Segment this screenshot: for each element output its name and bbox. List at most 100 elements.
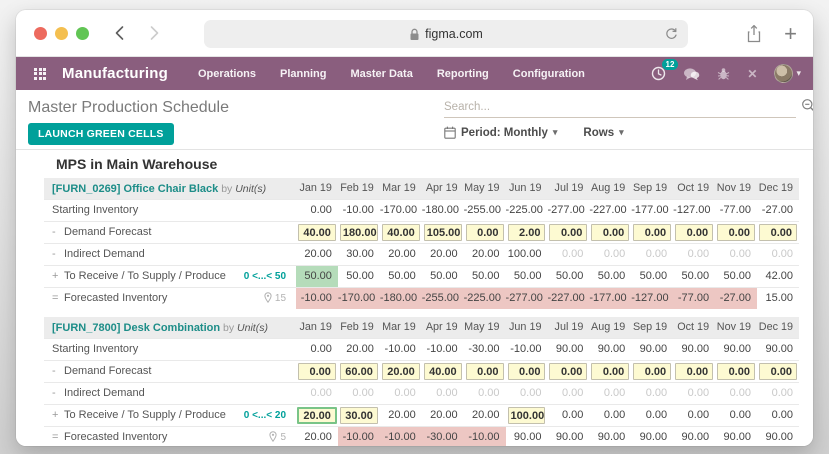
mps-cell: -225.00 xyxy=(463,286,506,309)
mps-cell: 42.00 xyxy=(756,264,799,287)
mps-cell[interactable]: 50.00 xyxy=(296,264,338,287)
forecast-input[interactable]: 105.00 xyxy=(423,223,462,241)
forecast-input[interactable]: 0.00 xyxy=(633,362,672,380)
month-header: Jul 19 xyxy=(547,178,590,199)
mps-row-indirect: - Indirect Demand 0.00 0.00 0.00 0.00 0.00 0.00… xyxy=(44,381,799,404)
mps-cell: 50.00 xyxy=(589,264,632,287)
forecast-input[interactable]: 20.00 xyxy=(297,406,337,424)
mps-cell: 90.00 xyxy=(547,337,590,360)
forecast-input[interactable]: 0.00 xyxy=(675,223,714,241)
forecast-input[interactable]: 100.00 xyxy=(507,406,546,424)
browser-toolbar: figma.com + xyxy=(16,10,813,57)
search-icon[interactable] xyxy=(801,98,813,113)
product-header-row: [FURN_0269] Office Chair Black by Unit(s… xyxy=(44,178,799,199)
mps-cell: 0.00 xyxy=(296,381,338,404)
forecast-input[interactable]: 0.00 xyxy=(549,362,588,380)
forecast-input[interactable]: 40.00 xyxy=(381,223,420,241)
mps-cell: 0.00 xyxy=(756,403,799,426)
messages-button[interactable] xyxy=(683,67,700,81)
forecast-input[interactable]: 2.00 xyxy=(507,223,546,241)
mps-cell: 20.00 xyxy=(421,403,464,426)
browser-window: figma.com + Manufacturing Operations Pla… xyxy=(16,10,813,446)
forecast-input[interactable]: 180.00 xyxy=(339,223,378,241)
forecast-input[interactable]: 0.00 xyxy=(717,223,755,241)
forecast-input[interactable]: 0.00 xyxy=(675,362,714,380)
forecast-input[interactable]: 0.00 xyxy=(507,362,546,380)
back-icon[interactable] xyxy=(113,25,127,41)
mps-cell: 100.00 xyxy=(505,403,548,426)
close-window-button[interactable] xyxy=(34,26,47,40)
forecast-input[interactable]: 0.00 xyxy=(465,223,504,241)
menu-operations[interactable]: Operations xyxy=(198,68,256,80)
minimize-window-button[interactable] xyxy=(55,26,68,40)
forecast-input[interactable]: 0.00 xyxy=(298,362,336,380)
mps-cell: 20.00 xyxy=(379,359,422,382)
mps-cell: 40.00 xyxy=(296,220,338,243)
forecast-input[interactable]: 0.00 xyxy=(591,362,630,380)
activities-button[interactable]: 12 xyxy=(651,59,679,81)
month-header: Jan 19 xyxy=(296,178,338,199)
apps-menu-icon[interactable] xyxy=(34,67,46,80)
month-header: Aug 19 xyxy=(589,317,632,338)
month-header: Nov 19 xyxy=(715,317,757,338)
address-bar[interactable]: figma.com xyxy=(204,20,688,48)
mps-cell: 0.00 xyxy=(715,220,757,243)
product-name[interactable]: [FURN_0269] Office Chair Black xyxy=(52,183,218,195)
app-name[interactable]: Manufacturing xyxy=(62,65,168,82)
new-tab-icon[interactable]: + xyxy=(784,22,797,45)
month-header: Nov 19 xyxy=(715,178,757,199)
forecast-input[interactable]: 0.00 xyxy=(549,223,588,241)
search-input[interactable]: Search... xyxy=(444,96,796,118)
share-icon[interactable] xyxy=(746,24,762,43)
mps-cell: 0.00 xyxy=(589,220,632,243)
row-indicator xyxy=(240,359,297,382)
forecast-input[interactable]: 40.00 xyxy=(298,223,336,241)
row-label: = Forecasted Inventory xyxy=(44,286,240,309)
menu-master-data[interactable]: Master Data xyxy=(350,68,412,80)
period-filter[interactable]: Period: Monthly ▾ xyxy=(444,126,557,139)
mps-cell: -30.00 xyxy=(421,425,464,446)
menu-planning[interactable]: Planning xyxy=(280,68,326,80)
mps-cell: 0.00 xyxy=(673,403,716,426)
mps-cell: 50.00 xyxy=(505,264,548,287)
debug-button[interactable] xyxy=(717,67,730,81)
row-indicator xyxy=(240,220,297,243)
mps-cell: 0.00 xyxy=(673,359,716,382)
mps-cell: 50.00 xyxy=(547,264,590,287)
app-navbar: Manufacturing Operations Planning Master… xyxy=(16,57,813,90)
rows-filter[interactable]: Rows ▾ xyxy=(583,127,623,139)
activity-count-badge: 12 xyxy=(661,59,679,70)
month-header: Jul 19 xyxy=(547,317,590,338)
forecast-input[interactable]: 0.00 xyxy=(717,362,755,380)
forward-icon[interactable] xyxy=(147,25,161,41)
mps-cell: 50.00 xyxy=(379,264,422,287)
mps-product-table: [FURN_0269] Office Chair Black by Unit(s… xyxy=(44,178,799,309)
mps-cell: -10.00 xyxy=(296,286,338,309)
menu-configuration[interactable]: Configuration xyxy=(513,68,585,80)
mps-cell: 20.00 xyxy=(421,242,464,265)
forecast-input[interactable]: 0.00 xyxy=(633,223,672,241)
forecast-input[interactable]: 60.00 xyxy=(339,362,378,380)
mps-cell: 0.00 xyxy=(756,220,799,243)
forecast-input[interactable]: 20.00 xyxy=(381,362,420,380)
tools-button[interactable]: ✕ xyxy=(747,67,757,81)
forecast-input[interactable]: 0.00 xyxy=(758,362,797,380)
forecast-input[interactable]: 0.00 xyxy=(591,223,630,241)
refresh-icon[interactable] xyxy=(664,26,679,42)
mps-cell: 20.00 xyxy=(296,403,338,426)
product-name[interactable]: [FURN_7800] Desk Combination xyxy=(52,322,220,334)
forecast-input[interactable]: 30.00 xyxy=(339,406,378,424)
mps-cell: 20.00 xyxy=(379,242,422,265)
mps-cell: 100.00 xyxy=(505,242,548,265)
launch-green-cells-button[interactable]: LAUNCH GREEN CELLS xyxy=(28,123,174,145)
forecast-input[interactable]: 0.00 xyxy=(758,223,797,241)
menu-reporting[interactable]: Reporting xyxy=(437,68,489,80)
forecast-input[interactable]: 0.00 xyxy=(465,362,504,380)
zoom-window-button[interactable] xyxy=(76,26,89,40)
mps-cell: 20.00 xyxy=(296,242,338,265)
mps-cell: -277.00 xyxy=(547,198,590,221)
user-menu[interactable]: ▾ xyxy=(774,64,801,83)
mps-cell: 0.00 xyxy=(547,242,590,265)
mps-cell: -180.00 xyxy=(379,286,422,309)
forecast-input[interactable]: 40.00 xyxy=(423,362,462,380)
